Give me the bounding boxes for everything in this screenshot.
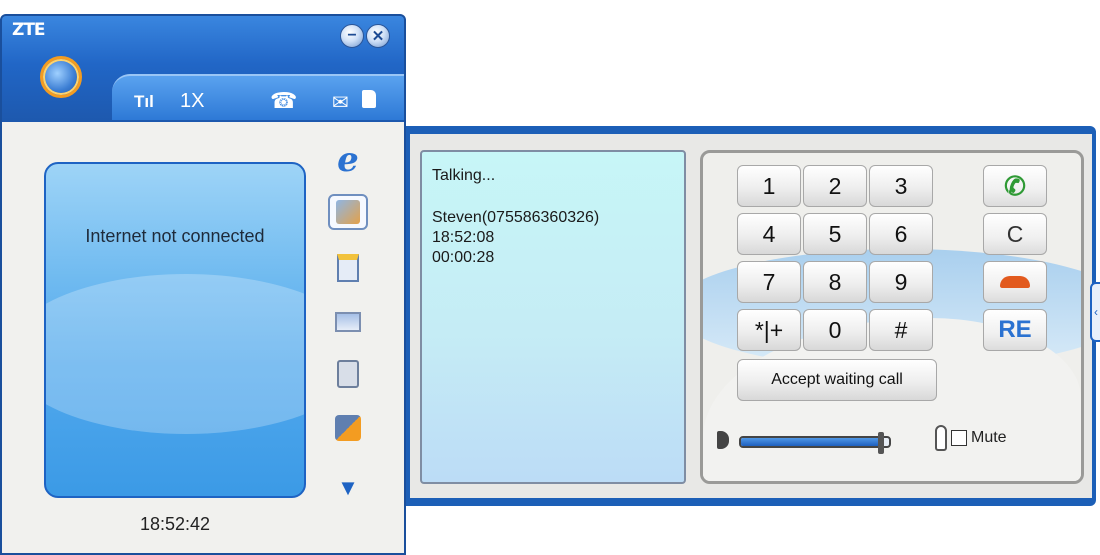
phonebook-icon[interactable] (328, 356, 368, 392)
key-6[interactable]: 6 (869, 213, 933, 255)
main-body: Internet not connected 18:52:42 e ▼ (2, 122, 404, 553)
key-9[interactable]: 9 (869, 261, 933, 303)
call-log-icon[interactable] (328, 410, 368, 446)
contacts-icon[interactable] (328, 194, 368, 230)
caller-name: Steven(075586360326) (432, 209, 600, 226)
key-2[interactable]: 2 (803, 165, 867, 207)
mute-control: Mute (935, 425, 1007, 451)
call-button[interactable]: ✆ (983, 165, 1047, 207)
call-duration: 00:00:28 (432, 249, 495, 266)
signal-icon: Tıl (134, 92, 154, 111)
clock: 18:52:42 (139, 514, 211, 534)
sms-icon[interactable] (328, 304, 368, 340)
brand-logo: ZTE (12, 20, 46, 40)
collapse-panel-button[interactable]: ‹ (1090, 282, 1100, 342)
call-icon: ✆ (1004, 170, 1026, 201)
microphone-icon (935, 425, 947, 451)
main-window: ZTE − ✕ Tıl 1X ☎ ✉ Internet not connecte… (0, 14, 406, 555)
status-screen: Internet not connected (44, 162, 306, 498)
internet-icon[interactable]: e (328, 140, 368, 180)
hangup-icon (1000, 276, 1030, 288)
call-info-box: Talking... Steven(075586360326) 18:52:08… (420, 150, 686, 484)
mail-icon: ✉ (332, 92, 349, 114)
globe-logo-icon[interactable] (40, 56, 82, 98)
redial-button[interactable]: RE (983, 309, 1047, 351)
key-8[interactable]: 8 (803, 261, 867, 303)
network-type: 1X (180, 90, 205, 112)
minimize-icon: − (347, 27, 357, 44)
status-strip: Tıl 1X ☎ ✉ (112, 74, 404, 120)
dialpad-frame: 1 2 3 4 5 6 7 8 9 *|+ 0 # Accept waiting… (700, 150, 1084, 484)
key-0[interactable]: 0 (803, 309, 867, 351)
connection-status: Internet not connected (85, 226, 265, 246)
call-panel-body: Talking... Steven(075586360326) 18:52:08… (410, 134, 1092, 498)
more-icon[interactable]: ▼ (328, 470, 368, 506)
phone-icon: ☎ (270, 88, 298, 113)
key-5[interactable]: 5 (803, 213, 867, 255)
title-bar[interactable]: ZTE − ✕ Tıl 1X ☎ ✉ (2, 16, 404, 124)
call-panel: Talking... Steven(075586360326) 18:52:08… (406, 126, 1096, 506)
key-3[interactable]: 3 (869, 165, 933, 207)
key-7[interactable]: 7 (737, 261, 801, 303)
mute-checkbox[interactable] (951, 430, 967, 446)
minimize-button[interactable]: − (340, 24, 364, 48)
close-icon: ✕ (371, 27, 385, 45)
key-1[interactable]: 1 (737, 165, 801, 207)
key-hash[interactable]: # (869, 309, 933, 351)
close-button[interactable]: ✕ (366, 24, 390, 48)
call-status: Talking... (432, 167, 496, 184)
mute-label: Mute (971, 429, 1007, 446)
call-start-time: 18:52:08 (432, 229, 495, 246)
hangup-button[interactable] (983, 261, 1047, 303)
volume-fill (741, 438, 882, 446)
sim-icon (362, 90, 376, 108)
volume-slider[interactable] (739, 432, 891, 454)
notes-icon[interactable] (328, 250, 368, 286)
chevron-left-icon: ‹ (1094, 305, 1098, 319)
accept-waiting-call-button[interactable]: Accept waiting call (737, 359, 937, 401)
volume-knob[interactable] (877, 432, 884, 454)
key-star-plus[interactable]: *|+ (737, 309, 801, 351)
clear-button[interactable]: C (983, 213, 1047, 255)
key-4[interactable]: 4 (737, 213, 801, 255)
